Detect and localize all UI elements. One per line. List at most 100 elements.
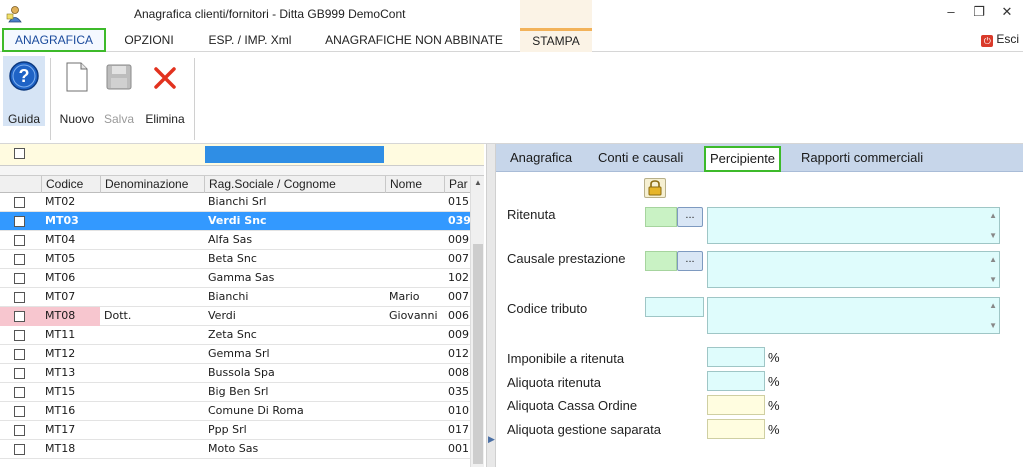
table-row[interactable]: MT02 Bianchi Srl 015 bbox=[0, 193, 484, 212]
tab-rapporti-commerciali[interactable]: Rapporti commerciali bbox=[797, 148, 927, 170]
padlock-icon bbox=[648, 180, 662, 196]
lock-button[interactable] bbox=[644, 178, 666, 198]
codice-tributo-label: Codice tributo bbox=[507, 301, 588, 316]
cell-nome bbox=[385, 231, 444, 250]
codice-tributo-input[interactable] bbox=[645, 297, 704, 317]
tab-conti-causali[interactable]: Conti e causali bbox=[594, 148, 687, 170]
row-checkbox[interactable] bbox=[14, 349, 25, 360]
ritenuta-lookup-button[interactable]: ... bbox=[677, 207, 703, 227]
tab-percipiente[interactable]: Percipiente bbox=[704, 146, 782, 172]
table-row[interactable]: MT06 Gamma Sas 102 bbox=[0, 269, 484, 288]
scroll-up-icon[interactable]: ▲ bbox=[989, 255, 997, 264]
row-checkbox[interactable] bbox=[14, 330, 25, 341]
row-checkbox[interactable] bbox=[14, 425, 25, 436]
table-row[interactable]: MT16 Comune Di Roma 010 bbox=[0, 402, 484, 421]
splitter-arrow-icon[interactable]: ▶ bbox=[488, 434, 495, 445]
nuovo-button[interactable]: Nuovo bbox=[56, 56, 98, 126]
table-row[interactable]: MT07 Bianchi Mario 007 bbox=[0, 288, 484, 307]
table-row[interactable]: MT11 Zeta Snc 009 bbox=[0, 326, 484, 345]
cell-par: 009 bbox=[448, 233, 469, 246]
table-row[interactable]: MT04 Alfa Sas 009 bbox=[0, 231, 484, 250]
ritenuta-description: ▲ ▼ bbox=[707, 207, 1000, 244]
row-checkbox[interactable] bbox=[14, 197, 25, 208]
menu-anagrafica[interactable]: ANAGRAFICA bbox=[2, 28, 106, 52]
aliquota-ritenuta-input[interactable] bbox=[707, 371, 765, 391]
cell-denominazione bbox=[100, 326, 204, 345]
ritenuta-code-input[interactable] bbox=[645, 207, 677, 227]
minimize-button[interactable]: – bbox=[941, 4, 961, 19]
restore-button[interactable]: ❐ bbox=[969, 4, 989, 20]
row-checkbox[interactable] bbox=[14, 216, 25, 227]
close-button[interactable]: ✕ bbox=[997, 4, 1017, 20]
cell-nome bbox=[385, 383, 444, 402]
row-checkbox[interactable] bbox=[14, 368, 25, 379]
scroll-up-icon[interactable]: ▲ bbox=[474, 178, 482, 187]
menu-opzioni[interactable]: OPZIONI bbox=[112, 28, 186, 52]
aliquota-cassa-input[interactable] bbox=[707, 395, 765, 415]
table-row[interactable]: MT18 Moto Sas 001 bbox=[0, 440, 484, 459]
cell-par: 008 bbox=[448, 366, 469, 379]
table-row[interactable]: MT15 Big Ben Srl 035 bbox=[0, 383, 484, 402]
scroll-down-icon[interactable]: ▼ bbox=[989, 275, 997, 284]
grid-scrollbar[interactable]: ▲ bbox=[470, 176, 484, 467]
table-row[interactable]: MT13 Bussola Spa 008 bbox=[0, 364, 484, 383]
nuovo-label: Nuovo bbox=[59, 112, 95, 126]
scroll-down-icon[interactable]: ▼ bbox=[989, 231, 997, 240]
row-checkbox[interactable] bbox=[14, 406, 25, 417]
column-header-denominazione[interactable]: Denominazione bbox=[100, 176, 204, 193]
imponibile-input[interactable] bbox=[707, 347, 765, 367]
tab-anagrafica[interactable]: Anagrafica bbox=[506, 148, 576, 170]
exit-button[interactable]: ⏻ Esci bbox=[981, 32, 1019, 47]
filter-rag-sociale-input[interactable] bbox=[205, 146, 384, 163]
menu-anagrafiche-non-abbinate[interactable]: ANAGRAFICHE NON ABBINATE bbox=[312, 28, 516, 52]
cell-par: 102 bbox=[448, 271, 469, 284]
aliquota-gestione-input[interactable] bbox=[707, 419, 765, 439]
cell-nome bbox=[385, 212, 444, 231]
scroll-up-icon[interactable]: ▲ bbox=[989, 211, 997, 220]
save-disk-icon bbox=[106, 64, 132, 90]
scroll-up-icon[interactable]: ▲ bbox=[989, 301, 997, 310]
row-checkbox[interactable] bbox=[14, 292, 25, 303]
scroll-down-icon[interactable]: ▼ bbox=[989, 321, 997, 330]
elimina-button[interactable]: Elimina bbox=[142, 56, 188, 126]
menu-stampa[interactable]: STAMPA bbox=[520, 28, 592, 52]
grid-header: Codice Denominazione Rag.Sociale / Cogno… bbox=[0, 176, 484, 193]
guida-button[interactable]: ? Guida bbox=[3, 56, 45, 126]
table-row[interactable]: MT05 Beta Snc 007 bbox=[0, 250, 484, 269]
menu-esp-imp-xml[interactable]: ESP. / IMP. Xml bbox=[194, 28, 306, 52]
table-row[interactable]: MT12 Gemma Srl 012 bbox=[0, 345, 484, 364]
pane-splitter[interactable]: ▶ bbox=[486, 144, 496, 467]
filter-checkbox[interactable] bbox=[14, 148, 25, 159]
causale-lookup-button[interactable]: ... bbox=[677, 251, 703, 271]
table-row[interactable]: MT08 Dott. Verdi Giovanni 006 bbox=[0, 307, 484, 326]
cell-codice: MT13 bbox=[45, 366, 76, 379]
causale-code-input[interactable] bbox=[645, 251, 677, 271]
row-checkbox[interactable] bbox=[14, 235, 25, 246]
cell-codice: MT03 bbox=[45, 214, 79, 227]
row-select-cell bbox=[0, 212, 42, 231]
cell-denominazione bbox=[100, 345, 204, 364]
column-header-rag-sociale[interactable]: Rag.Sociale / Cognome bbox=[204, 176, 385, 193]
salva-button[interactable]: Salva bbox=[99, 56, 139, 126]
row-checkbox[interactable] bbox=[14, 273, 25, 284]
scrollbar-thumb[interactable] bbox=[473, 244, 483, 464]
row-checkbox[interactable] bbox=[14, 444, 25, 455]
row-checkbox[interactable] bbox=[14, 254, 25, 265]
cell-denominazione bbox=[100, 231, 204, 250]
cell-par: 039 bbox=[448, 214, 470, 227]
grid-separator bbox=[0, 166, 484, 176]
codice-tributo-description: ▲ ▼ bbox=[707, 297, 1000, 334]
column-header-codice[interactable]: Codice bbox=[41, 176, 100, 193]
row-checkbox[interactable] bbox=[14, 311, 25, 322]
row-checkbox[interactable] bbox=[14, 387, 25, 398]
column-header-nome[interactable]: Nome bbox=[385, 176, 444, 193]
table-row[interactable]: MT03 Verdi Snc 039 bbox=[0, 212, 484, 231]
table-row[interactable]: MT17 Ppp Srl 017 bbox=[0, 421, 484, 440]
aliquota-cassa-label: Aliquota Cassa Ordine bbox=[507, 398, 638, 413]
column-header-par[interactable]: Par bbox=[444, 176, 470, 193]
cell-codice: MT02 bbox=[45, 195, 76, 208]
aliquota-cassa-pct: % bbox=[768, 398, 780, 413]
cell-par: 007 bbox=[448, 252, 469, 265]
menu-bar: ANAGRAFICA OPZIONI ESP. / IMP. Xml ANAGR… bbox=[0, 28, 1023, 52]
row-select-cell bbox=[0, 269, 42, 288]
